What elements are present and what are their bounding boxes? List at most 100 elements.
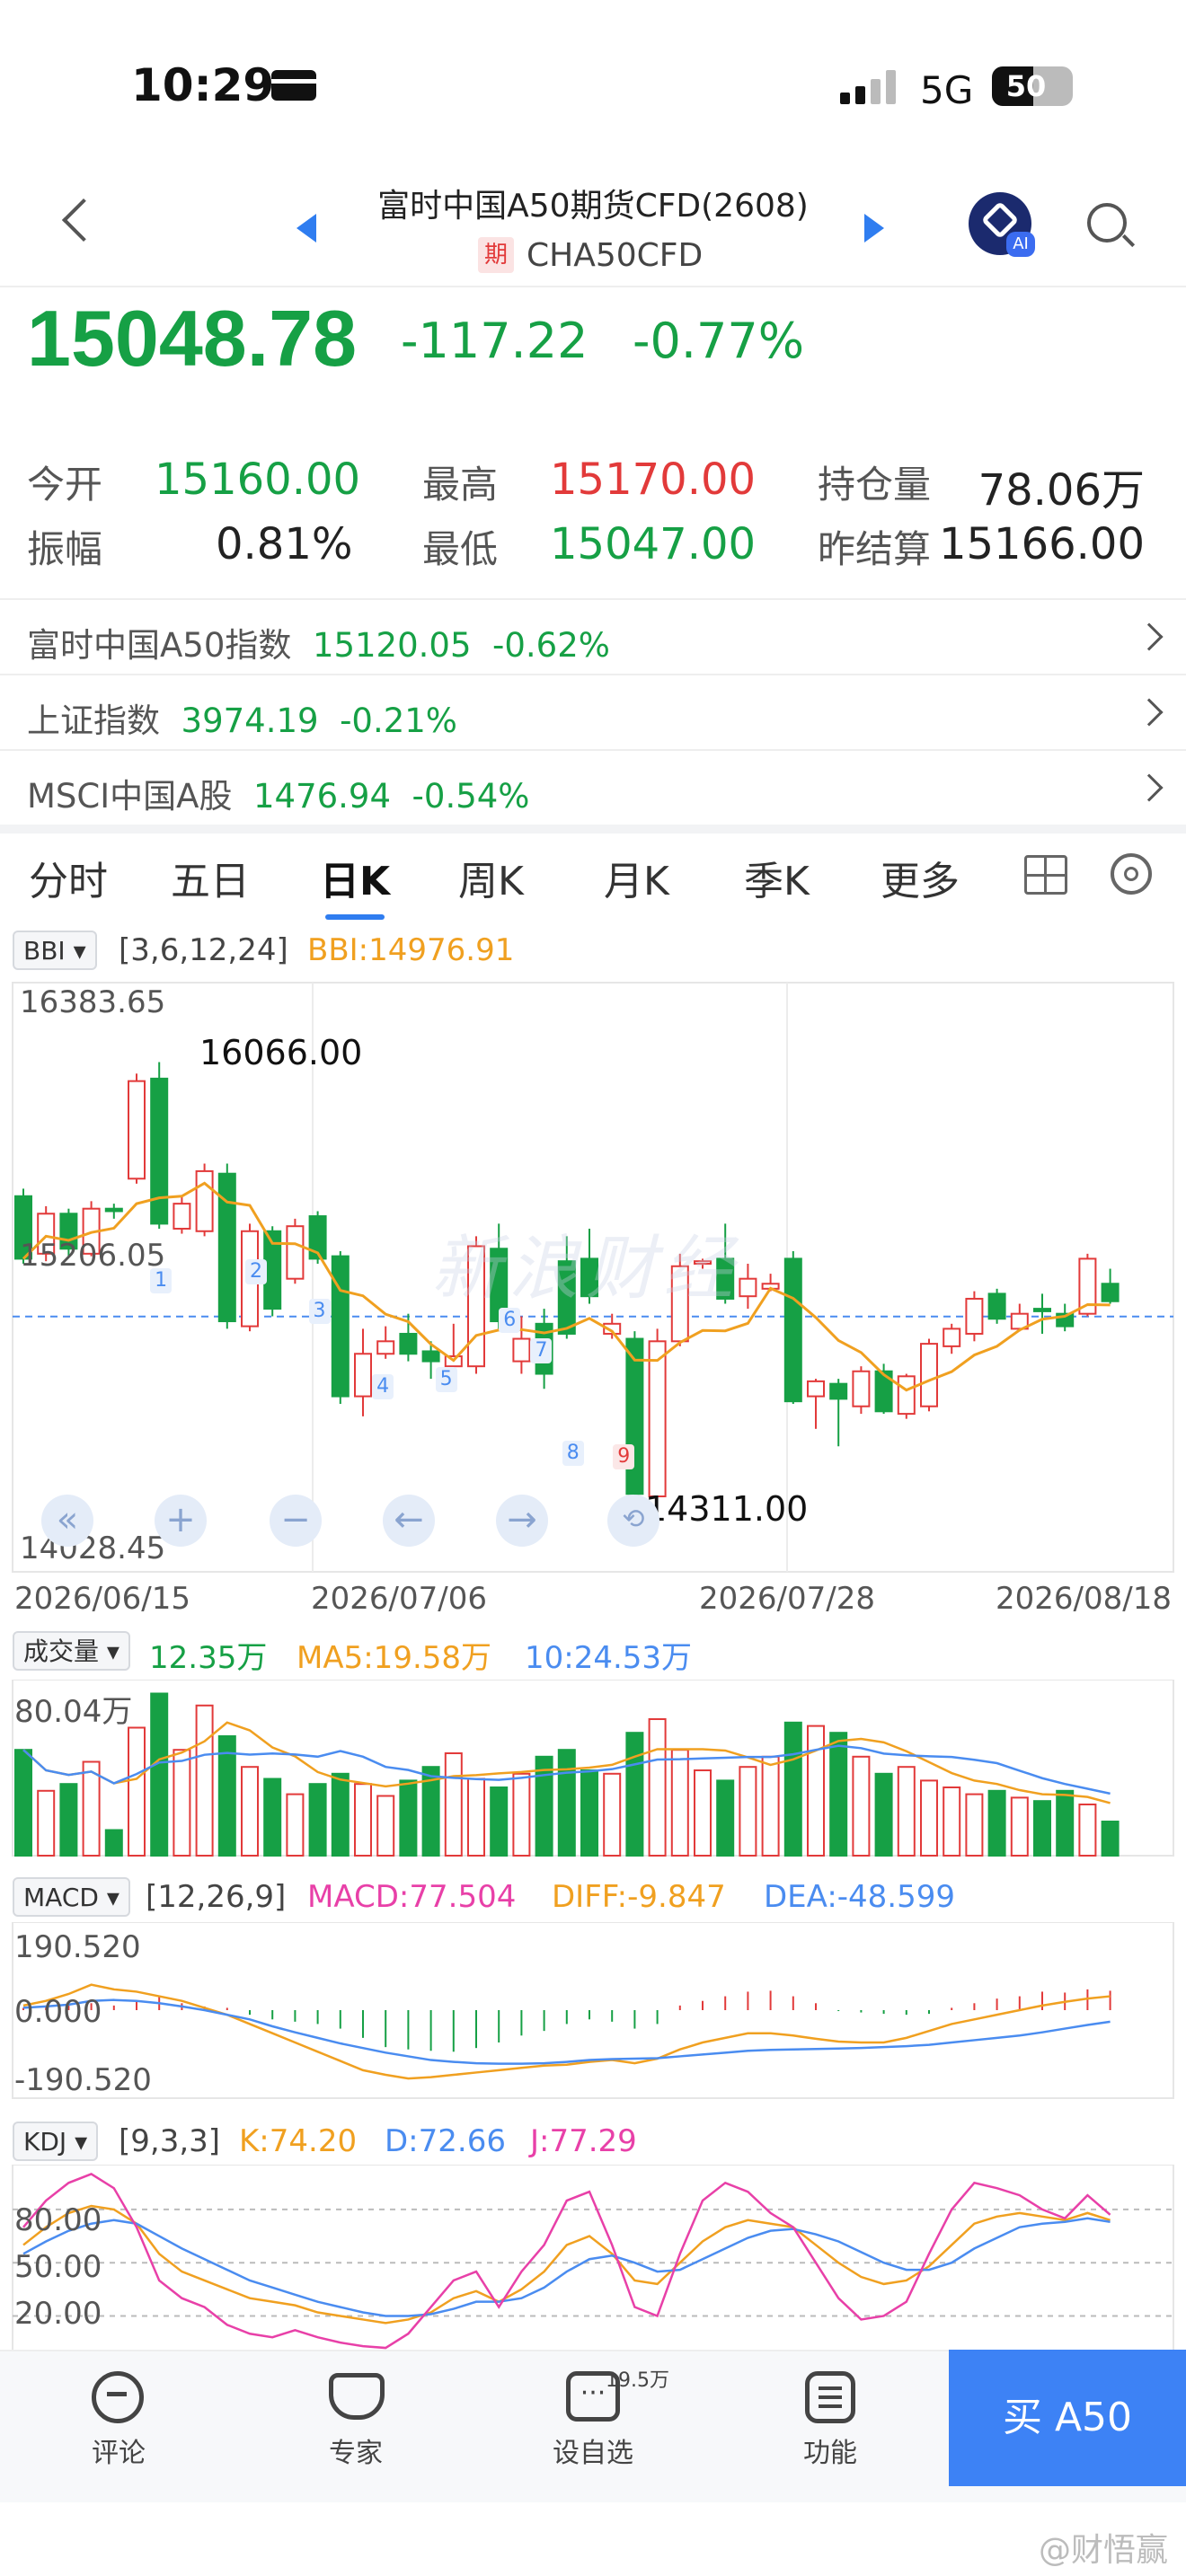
volume-bar <box>195 1704 214 1857</box>
contract-code: CHA50CFD <box>527 237 704 274</box>
search-icon[interactable] <box>1087 203 1127 243</box>
zoom-out-far-icon[interactable]: « <box>41 1495 93 1547</box>
candle <box>829 1382 848 1400</box>
tab-five-day[interactable]: 五日 <box>171 849 250 906</box>
nav-function[interactable]: 功能 <box>767 2430 893 2470</box>
buy-button[interactable]: 买 A50 <box>949 2350 1186 2486</box>
related-value: 3974.19 <box>181 701 319 740</box>
related-row-msci[interactable]: MSCI中国A股 1476.94 -0.54% <box>0 751 1186 825</box>
date-label: 2026/08/18 <box>996 1581 1172 1617</box>
indicator-select-volume[interactable]: 成交量 ▾ <box>13 1631 130 1671</box>
volume-bar <box>1010 1796 1029 1857</box>
tab-weekly-k[interactable]: 周K <box>458 849 524 906</box>
app-screen: 10:29 5G 50 富时中国A50期货CFD(2608) 期 CHA50CF… <box>0 0 1186 2576</box>
signal-marker: 5 <box>435 1367 457 1392</box>
volume-bar <box>331 1772 350 1857</box>
signal-marker: 2 <box>244 1259 267 1284</box>
volume-bar <box>603 1772 622 1857</box>
price-change: -117.22 <box>401 313 589 369</box>
volume-bar <box>467 1778 485 1857</box>
settings-icon[interactable] <box>1111 853 1152 895</box>
nav-expert[interactable]: 专家 <box>293 2430 419 2470</box>
volume-bar <box>376 1795 395 1857</box>
expert-icon[interactable] <box>329 2373 385 2420</box>
volume-bar <box>37 1789 56 1857</box>
volume-ma5: MA5:19.58万 <box>296 1640 492 1676</box>
status-time: 10:29 <box>131 59 275 111</box>
candle <box>512 1337 531 1363</box>
signal-marker: 4 <box>372 1374 394 1399</box>
kdj-level-20: 20.00 <box>14 2296 102 2332</box>
zoom-out-icon[interactable]: − <box>270 1495 322 1547</box>
grid-layout-icon[interactable] <box>1024 855 1067 895</box>
zoom-in-icon[interactable]: + <box>155 1495 207 1547</box>
candle <box>173 1203 191 1230</box>
low-label: 最低 <box>422 527 499 571</box>
bbi-value: BBI:14976.91 <box>307 932 515 968</box>
open-label: 今开 <box>27 463 103 507</box>
signal-marker: 3 <box>308 1299 331 1324</box>
candle <box>625 1337 644 1495</box>
related-value: 15120.05 <box>312 626 472 665</box>
volume-bar <box>286 1793 305 1857</box>
candle <box>128 1080 146 1180</box>
tab-intraday[interactable]: 分时 <box>29 849 108 906</box>
search-icon-handle <box>1121 234 1136 248</box>
signal-marker: 6 <box>499 1308 521 1333</box>
candle <box>421 1350 440 1363</box>
volume-bar <box>444 1752 463 1857</box>
volume-bar <box>263 1778 282 1857</box>
nav-watchlist[interactable]: 设自选 <box>530 2430 656 2470</box>
low-value: 15047.00 <box>550 519 757 569</box>
indicator-select-macd[interactable]: MACD ▾ <box>13 1877 130 1917</box>
candle <box>331 1255 350 1398</box>
volume-chart <box>12 1680 1174 1857</box>
reset-view-icon[interactable]: ⟲ <box>607 1495 659 1547</box>
volume-bar <box>490 1786 509 1857</box>
function-icon[interactable] <box>805 2371 855 2423</box>
kdj-d: D:72.66 <box>385 2123 506 2159</box>
tab-more[interactable]: 更多 <box>881 849 960 906</box>
candle <box>648 1340 667 1498</box>
candle <box>104 1207 123 1213</box>
volume-bar <box>716 1779 735 1857</box>
related-value: 1476.94 <box>253 777 392 816</box>
macd-axis-bottom: -190.520 <box>14 2062 152 2098</box>
volume-bar <box>829 1732 848 1857</box>
candle <box>897 1375 916 1416</box>
signal-icon <box>840 70 899 104</box>
next-contract-icon[interactable] <box>864 214 884 243</box>
volume-bar <box>150 1692 169 1857</box>
volume-bar <box>82 1760 101 1857</box>
related-row-sse-index[interactable]: 上证指数 3974.19 -0.21% <box>0 675 1186 749</box>
indicator-select-bbi[interactable]: BBI ▾ <box>13 931 97 970</box>
related-name: 上证指数 <box>27 701 160 740</box>
volume-value: 12.35万 <box>149 1640 268 1676</box>
tab-monthly-k[interactable]: 月K <box>604 849 669 906</box>
comment-icon[interactable] <box>92 2371 144 2423</box>
weibo-watermark: @财悟赢 <box>1038 2532 1168 2569</box>
volume-bar <box>14 1749 32 1857</box>
nav-comment[interactable]: 评论 <box>56 2430 181 2470</box>
ai-assistant-icon[interactable]: AI <box>969 192 1035 257</box>
date-label: 2026/07/06 <box>311 1581 487 1617</box>
volume-bar <box>1101 1821 1120 1857</box>
related-row-a50-index[interactable]: 富时中国A50指数 15120.05 -0.62% <box>0 600 1186 674</box>
volume-bar <box>128 1726 146 1857</box>
related-name: 富时中国A50指数 <box>27 626 292 665</box>
macd-frame <box>12 1922 1174 2099</box>
tab-quarterly-k[interactable]: 季K <box>744 849 810 906</box>
watermark: 新浪财经 <box>431 1229 741 1310</box>
wallet-icon <box>271 70 316 101</box>
volume-bar <box>59 1783 78 1857</box>
active-tab-indicator <box>325 914 385 920</box>
indicator-select-kdj[interactable]: KDJ ▾ <box>13 2122 99 2161</box>
scroll-right-icon[interactable]: → <box>496 1495 548 1547</box>
volume-bar <box>670 1749 689 1857</box>
macd-dea: DEA:-48.599 <box>764 1879 956 1915</box>
signal-marker: 1 <box>150 1268 173 1293</box>
scroll-left-icon[interactable]: ← <box>383 1495 435 1547</box>
date-label: 2026/06/15 <box>14 1581 190 1617</box>
volume-bar <box>920 1779 938 1857</box>
tab-daily-k[interactable]: 日K <box>320 849 390 906</box>
